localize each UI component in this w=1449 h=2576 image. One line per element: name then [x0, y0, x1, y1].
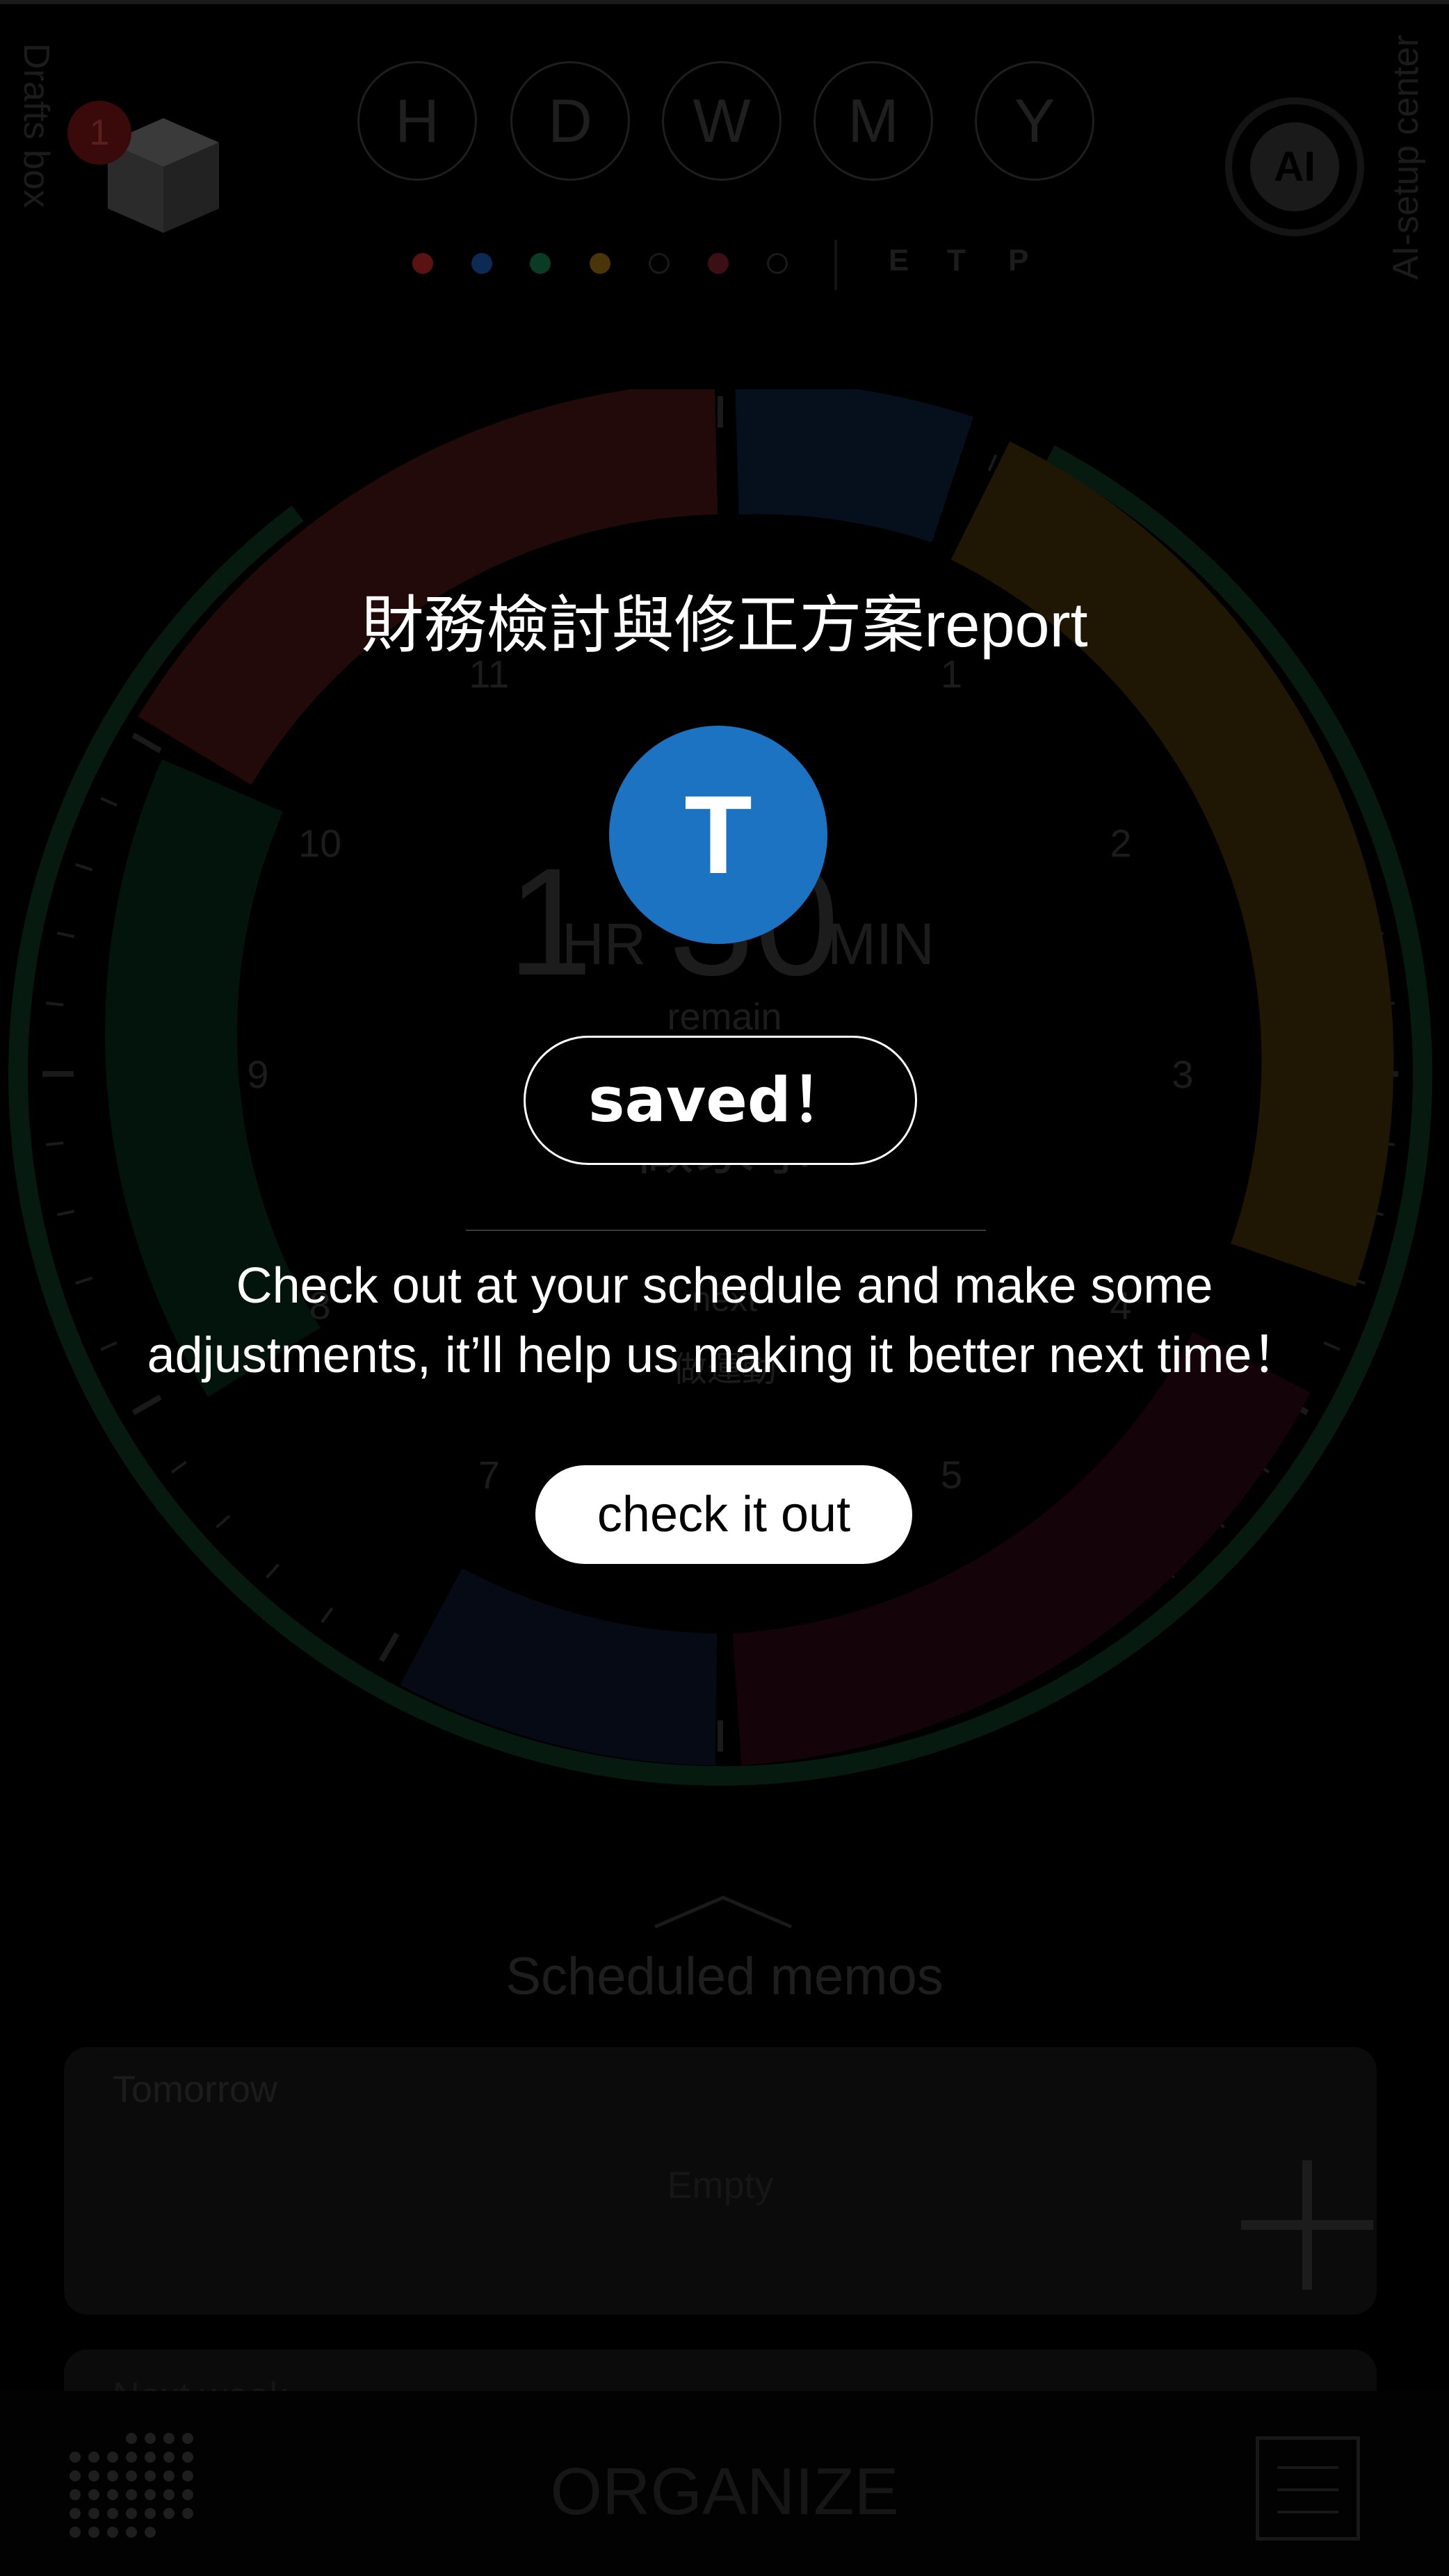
- category-dot[interactable]: [649, 253, 670, 274]
- dial-tick: [100, 797, 118, 807]
- avatar: T: [609, 726, 827, 944]
- organize-title: ORGANIZE: [550, 2454, 899, 2529]
- segment-blue[interactable]: [735, 389, 973, 543]
- category-dot[interactable]: [412, 253, 433, 274]
- dial-tick: [321, 1607, 334, 1623]
- hour-number: 3: [1172, 1052, 1193, 1096]
- divider: [466, 1230, 986, 1231]
- segment-navy[interactable]: [400, 1567, 718, 1766]
- dial-tick: [131, 1394, 162, 1415]
- hours-unit: HR: [562, 911, 647, 977]
- dial-tick: [379, 1632, 400, 1663]
- dial-tick: [987, 454, 998, 471]
- report-title: 財務檢討與修正方案report: [0, 574, 1449, 665]
- saved-message-line-2: adjustments, it’ll help us making it bet…: [147, 1328, 1302, 1383]
- dial-tick: [266, 1563, 280, 1579]
- drafts-count-badge: 1: [67, 101, 131, 165]
- period-tab-hour[interactable]: H: [357, 61, 477, 181]
- dial-tick: [131, 733, 162, 753]
- dial-tick: [75, 863, 93, 872]
- filter-t[interactable]: T: [947, 243, 966, 278]
- category-dot[interactable]: [767, 253, 788, 274]
- menu-icon[interactable]: [1256, 2436, 1360, 2541]
- hour-number: 9: [247, 1052, 268, 1096]
- chevron-up-icon[interactable]: [654, 1893, 793, 1928]
- ai-setup-center-label[interactable]: AI-setup center: [1385, 35, 1427, 280]
- filter-p[interactable]: P: [1008, 243, 1028, 278]
- drafts-box-label[interactable]: Drafts box: [15, 43, 57, 208]
- period-tab-month[interactable]: M: [813, 61, 933, 181]
- grid-dot: [126, 2433, 137, 2444]
- dial-tick: [216, 1515, 231, 1529]
- dial-tick: [56, 1209, 75, 1216]
- ai-setup-button[interactable]: AI: [1225, 97, 1364, 236]
- dial-tick: [56, 931, 75, 938]
- filter-separator: [834, 240, 837, 290]
- remain-label: remain: [667, 996, 782, 1038]
- ai-icon: AI: [1250, 122, 1339, 211]
- minutes-unit: MIN: [827, 911, 934, 977]
- category-dot[interactable]: [471, 253, 492, 274]
- memo-card-tomorrow[interactable]: Tomorrow Empty: [64, 2047, 1377, 2315]
- check-it-out-button[interactable]: check it out: [535, 1465, 912, 1564]
- hour-number: 5: [941, 1453, 962, 1497]
- hour-number: 10: [298, 822, 341, 865]
- report-title-cjk: 財務檢討與修正方案: [361, 589, 925, 662]
- category-dot[interactable]: [708, 253, 729, 274]
- memo-day-label: Tomorrow: [113, 2069, 278, 2110]
- add-memo-icon[interactable]: [1241, 2160, 1373, 2290]
- report-title-latin: report: [924, 591, 1088, 660]
- period-tab-day[interactable]: D: [510, 61, 630, 181]
- hour-number: 7: [478, 1453, 500, 1497]
- status-divider: [0, 0, 1449, 4]
- category-dot[interactable]: [590, 253, 610, 274]
- memo-empty-label: Empty: [667, 2165, 774, 2206]
- grid-dot: [182, 2433, 193, 2444]
- grid-dot: [163, 2433, 175, 2444]
- period-tab-year[interactable]: Y: [975, 61, 1094, 181]
- dial-tick: [171, 1460, 187, 1474]
- scheduled-memos-title: Scheduled memos: [505, 1947, 944, 2006]
- grid-dot: [145, 2433, 156, 2444]
- category-dot[interactable]: [530, 253, 551, 274]
- saved-message-line-1: Check out at your schedule and make some: [236, 1258, 1213, 1314]
- saved-badge: saved！: [524, 1036, 917, 1165]
- hour-number: 2: [1110, 822, 1131, 865]
- saved-message: Check out at your schedule and make some…: [42, 1251, 1407, 1390]
- period-tab-week[interactable]: W: [662, 61, 782, 181]
- filter-e[interactable]: E: [889, 243, 909, 278]
